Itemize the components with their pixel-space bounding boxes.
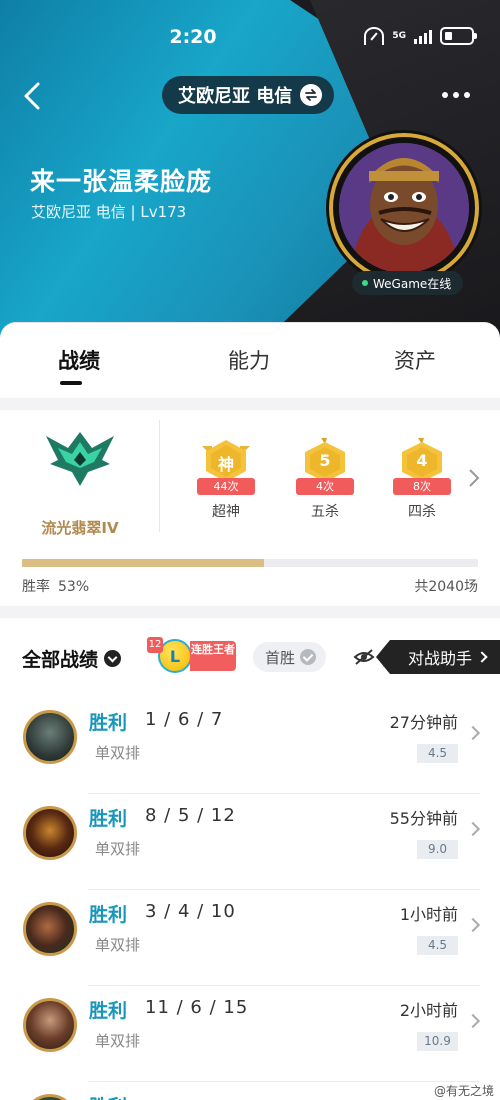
achievement-pentakill[interactable]: 5 4次 五杀 (290, 438, 360, 523)
achievement-glyph: 神 (217, 455, 234, 474)
match-queue: 单双排 (95, 840, 141, 858)
chevron-right-icon (465, 917, 481, 933)
profile-header: 2:20 5G 艾欧尼亚 电信 来一张温柔脸庞 艾欧尼亚 电信 | Lv173 (0, 0, 500, 345)
match-row[interactable]: 胜利 3 / 4 / 10 单双排 1小时前 4.5 (0, 890, 500, 986)
back-button[interactable] (16, 76, 50, 116)
server-switch-button[interactable]: 艾欧尼亚 电信 (162, 76, 335, 114)
speedometer-icon (364, 27, 385, 45)
more-options-icon[interactable] (442, 92, 470, 98)
winrate-bar (22, 559, 478, 567)
winrate-bar-fill (22, 559, 264, 567)
check-icon (300, 649, 317, 665)
winrate: 胜率 53% (22, 576, 89, 596)
match-time: 1小时前 (399, 905, 458, 924)
match-row[interactable]: 胜利 (0, 1082, 500, 1100)
achievement-legendary[interactable]: 神 44次 超神 (191, 438, 261, 523)
achievement-label: 五杀 (311, 504, 339, 520)
champion-avatar (23, 710, 77, 764)
match-kda: 11 / 6 / 15 (145, 997, 249, 1018)
achievement-label: 四杀 (408, 504, 436, 520)
eye-hidden-icon[interactable] (353, 648, 375, 666)
winrate-value: 53% (58, 579, 90, 595)
match-score: 10.9 (417, 1032, 458, 1051)
tab-records[interactable]: 战绩 (58, 345, 100, 375)
match-result: 胜利 (89, 1000, 128, 1022)
first-win-filter[interactable]: 首胜 (253, 642, 327, 672)
chevron-right-icon (465, 821, 481, 837)
match-result: 胜利 (89, 712, 128, 734)
online-dot-icon (362, 280, 368, 286)
online-status-text: WeGame在线 (373, 276, 452, 291)
achievement-count: 4次 (296, 478, 354, 495)
match-row[interactable]: 胜利 11 / 6 / 15 单双排 2小时前 10.9 (0, 986, 500, 1082)
champion-avatar (23, 806, 77, 860)
achievement-glyph: 5 (319, 451, 331, 470)
achievement-count: 44次 (197, 478, 255, 495)
vertical-divider (159, 420, 160, 532)
match-time: 2小时前 (399, 1001, 458, 1020)
avatar-portrait (339, 143, 469, 273)
dropdown-icon (104, 650, 122, 667)
network-type: 5G (392, 30, 406, 41)
chevron-right-icon (465, 725, 481, 741)
match-score: 9.0 (417, 840, 458, 859)
rank-emblem-icon[interactable] (40, 428, 120, 490)
achievement-label: 超神 (212, 504, 240, 520)
match-queue: 单双排 (95, 744, 141, 762)
match-kda: 3 / 4 / 10 (145, 901, 236, 922)
streak-badge[interactable]: 连胜王者 (190, 641, 236, 671)
online-status-badge: WeGame在线 (352, 271, 464, 295)
player-server-level: 艾欧尼亚 电信 | Lv173 (31, 203, 187, 221)
match-score: 4.5 (417, 936, 458, 955)
status-time: 2:20 (169, 26, 217, 48)
chevron-right-icon (476, 651, 488, 663)
match-time: 55分钟前 (389, 809, 458, 828)
match-time: 27分钟前 (389, 713, 458, 732)
all-records-label: 全部战绩 (22, 649, 99, 671)
first-win-label: 首胜 (265, 648, 296, 667)
tab-assets[interactable]: 资产 (394, 345, 436, 375)
match-queue: 单双排 (95, 936, 141, 954)
achievement-glyph: 4 (416, 451, 428, 470)
match-result: 胜利 (89, 904, 128, 926)
player-name: 来一张温柔脸庞 (30, 167, 213, 196)
section-separator (0, 606, 500, 618)
swap-icon (300, 84, 323, 106)
section-separator (0, 398, 500, 410)
match-kda: 1 / 6 / 7 (145, 709, 224, 730)
total-games: 共2040场 (414, 579, 478, 595)
all-records-dropdown[interactable]: 全部战绩 (22, 645, 122, 672)
rank-label: 流光翡翠IV (41, 519, 119, 537)
match-kda: 8 / 5 / 12 (145, 805, 236, 826)
battle-assistant-button[interactable]: 对战助手 (376, 640, 500, 674)
match-row[interactable]: 胜利 8 / 5 / 12 单双排 55分钟前 9.0 (0, 794, 500, 890)
streak-coin-icon: L (158, 639, 192, 673)
streak-count: 12 (147, 637, 163, 653)
active-tab-indicator (60, 381, 82, 385)
battery-icon (440, 27, 477, 45)
chevron-right-icon (465, 1013, 481, 1029)
player-avatar[interactable] (329, 133, 479, 283)
status-bar: 2:20 5G (0, 0, 500, 76)
champion-avatar (23, 902, 77, 956)
chevron-left-icon (24, 82, 40, 110)
achievement-quadrakill[interactable]: 4 8次 四杀 (387, 438, 457, 523)
match-result: 胜利 (89, 808, 128, 830)
match-score: 4.5 (417, 744, 458, 763)
match-result: 胜利 (89, 1092, 127, 1100)
status-icons: 5G (364, 27, 477, 45)
champion-avatar (23, 998, 77, 1052)
chevron-right-icon[interactable] (468, 468, 480, 488)
match-queue: 单双排 (95, 1032, 141, 1050)
watermark: @有无之境 (433, 1082, 494, 1099)
achievement-count: 8次 (393, 478, 451, 495)
tab-ability[interactable]: 能力 (228, 345, 270, 375)
match-row[interactable]: 胜利 1 / 6 / 7 单双排 27分钟前 4.5 (0, 698, 500, 794)
tab-bar: 战绩 能力 资产 (0, 322, 500, 400)
server-name: 艾欧尼亚 电信 (178, 86, 293, 107)
signal-icon (414, 28, 432, 44)
winrate-label: 胜率 (22, 579, 50, 595)
champion-avatar (23, 1094, 77, 1100)
battle-assistant-label: 对战助手 (408, 649, 473, 668)
